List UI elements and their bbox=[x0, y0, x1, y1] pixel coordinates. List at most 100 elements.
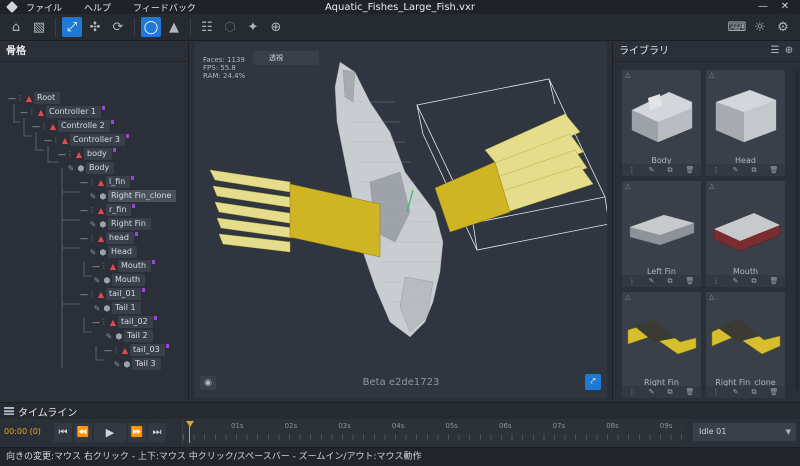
delete-icon[interactable]: 🗑 bbox=[770, 386, 779, 398]
drag-handle-icon[interactable]: ⋮ bbox=[16, 94, 24, 102]
light-icon[interactable]: ☼ bbox=[750, 17, 770, 37]
duplicate-icon[interactable]: ⧉ bbox=[751, 164, 756, 176]
list-view-icon[interactable]: ☰ bbox=[768, 45, 782, 56]
viewport-3d[interactable]: Faces: 1139 FPS: 55.8 RAM: 24.4% 透視 ◉ Be… bbox=[195, 42, 607, 398]
edit-icon[interactable]: ✎ bbox=[66, 164, 76, 173]
duplicate-icon[interactable]: ⧉ bbox=[667, 275, 672, 287]
menu-feedback[interactable]: フィードバック bbox=[133, 1, 196, 14]
delete-icon[interactable]: 🗑 bbox=[686, 275, 695, 287]
collapse-icon[interactable]: — bbox=[80, 290, 88, 299]
collapse-icon[interactable]: — bbox=[58, 150, 66, 159]
home-icon[interactable]: ⌂ bbox=[6, 17, 26, 37]
collapse-icon[interactable]: — bbox=[80, 206, 88, 215]
tree-bone-item[interactable]: — ⋮ ▲ Root bbox=[8, 92, 61, 104]
playhead-icon[interactable] bbox=[186, 421, 194, 427]
more-icon[interactable]: ⋮ bbox=[629, 164, 636, 176]
tree-bone-item[interactable]: — ⋮ ▲ tail_01 bbox=[80, 288, 145, 300]
rotate-icon[interactable]: ⟳ bbox=[108, 17, 128, 37]
settings-icon[interactable]: ⚙ bbox=[773, 17, 793, 37]
tree-bone-item[interactable]: — ⋮ ▲ tail_03 bbox=[104, 344, 169, 356]
library-item[interactable]: △ Right Fin ⋮ ✎ ⧉ 🗑 bbox=[622, 292, 701, 398]
tree-bone-item[interactable]: — ⋮ ▲ Controller 1 bbox=[20, 106, 105, 118]
library-item[interactable]: △ Body ⋮ ✎ ⧉ 🗑 bbox=[622, 70, 701, 176]
delete-icon[interactable]: 🗑 bbox=[686, 164, 695, 176]
edit-icon[interactable]: ✎ bbox=[88, 248, 98, 257]
view-mode-select[interactable]: 透視 bbox=[253, 51, 319, 65]
skip-end-icon[interactable]: ⏭ bbox=[148, 423, 166, 442]
move-icon[interactable]: ✣ bbox=[85, 17, 105, 37]
tree-mesh-item[interactable]: ✎ ⬢ Right Fin bbox=[88, 218, 151, 230]
tree-mesh-item[interactable]: ✎ ⬢ Body bbox=[66, 162, 115, 174]
skip-start-icon[interactable]: ⏮ bbox=[54, 423, 72, 442]
library-scrollbar[interactable] bbox=[795, 70, 799, 390]
edit-icon[interactable]: ✎ bbox=[733, 386, 739, 398]
target-icon[interactable]: ⊕ bbox=[266, 17, 286, 37]
tree-mesh-item[interactable]: ✎ ⬢ Tail 2 bbox=[104, 330, 153, 342]
next-frame-icon[interactable]: ⏩ bbox=[128, 423, 146, 442]
library-item[interactable]: △ Right Fin_clone ⋮ ✎ ⧉ 🗑 bbox=[706, 292, 785, 398]
pivot-icon[interactable]: ✦ bbox=[243, 17, 263, 37]
duplicate-icon[interactable]: ⧉ bbox=[667, 386, 672, 398]
tree-mesh-item[interactable]: ✎ ⬢ Head bbox=[88, 246, 137, 258]
tree-bone-item[interactable]: — ⋮ ▲ Mouth bbox=[92, 260, 156, 272]
edit-icon[interactable]: ✎ bbox=[92, 276, 102, 285]
tree-bone-item[interactable]: — ⋮ ▲ head bbox=[80, 232, 138, 244]
collapse-icon[interactable]: — bbox=[32, 122, 40, 131]
duplicate-icon[interactable]: ⧉ bbox=[751, 386, 756, 398]
edit-icon[interactable]: ✎ bbox=[733, 164, 739, 176]
prev-frame-icon[interactable]: ⏪ bbox=[74, 423, 92, 442]
minimize-icon[interactable]: — bbox=[752, 0, 774, 14]
tree-mesh-item[interactable]: ✎ ⬢ Right Fin_clone bbox=[88, 190, 177, 202]
library-thumbnail[interactable] bbox=[708, 302, 783, 372]
drag-handle-icon[interactable]: ⋮ bbox=[52, 136, 60, 144]
drag-handle-icon[interactable]: ⋮ bbox=[88, 206, 96, 214]
library-thumbnail[interactable] bbox=[624, 80, 699, 150]
delete-icon[interactable]: 🗑 bbox=[770, 275, 779, 287]
tree-mesh-item[interactable]: ✎ ⬢ Mouth bbox=[92, 274, 146, 286]
tree-mesh-item[interactable]: ✎ ⬢ Tail 3 bbox=[112, 358, 161, 370]
play-icon[interactable]: ▶ bbox=[94, 423, 126, 442]
drag-handle-icon[interactable]: ⋮ bbox=[112, 346, 120, 354]
delete-icon[interactable]: 🗑 bbox=[686, 386, 695, 398]
animation-select[interactable]: Idle 01 ▼ bbox=[693, 423, 796, 441]
close-icon[interactable]: ✕ bbox=[774, 0, 796, 14]
library-item[interactable]: △ Mouth ⋮ ✎ ⧉ 🗑 bbox=[706, 181, 785, 287]
cube-icon[interactable]: ⬡ bbox=[220, 17, 240, 37]
delete-icon[interactable]: 🗑 bbox=[770, 164, 779, 176]
more-icon[interactable]: ⋮ bbox=[629, 386, 636, 398]
menu-file[interactable]: ファイル bbox=[26, 1, 62, 14]
tree-bone-item[interactable]: — ⋮ ▲ Controller 3 bbox=[44, 134, 129, 146]
library-item[interactable]: △ Left Fin ⋮ ✎ ⧉ 🗑 bbox=[622, 181, 701, 287]
duplicate-icon[interactable]: ⧉ bbox=[667, 164, 672, 176]
timeline-ruler[interactable]: 01s 02s 03s 04s 05s 06s 07s 08s 09s bbox=[182, 419, 686, 446]
hierarchy-icon[interactable]: ☷ bbox=[197, 17, 217, 37]
add-icon[interactable]: ⊕ bbox=[782, 45, 796, 56]
edit-icon[interactable]: ✎ bbox=[92, 304, 102, 313]
drag-handle-icon[interactable]: ⋮ bbox=[88, 178, 96, 186]
collapse-icon[interactable]: — bbox=[92, 262, 100, 271]
library-thumbnail[interactable] bbox=[624, 191, 699, 261]
library-thumbnail[interactable] bbox=[624, 302, 699, 372]
drag-handle-icon[interactable]: ⋮ bbox=[28, 108, 36, 116]
drag-handle-icon[interactable]: ⋮ bbox=[100, 262, 108, 270]
save-icon[interactable]: ▧ bbox=[29, 17, 49, 37]
tree-bone-item[interactable]: — ⋮ ▲ l_fin bbox=[80, 176, 135, 188]
duplicate-icon[interactable]: ⧉ bbox=[751, 275, 756, 287]
edit-icon[interactable]: ✎ bbox=[88, 192, 98, 201]
library-thumbnail[interactable] bbox=[708, 80, 783, 150]
tree-bone-item[interactable]: — ⋮ ▲ Controlle 2 bbox=[32, 120, 114, 132]
scale-icon[interactable]: ⤢ bbox=[62, 17, 82, 37]
more-icon[interactable]: ⋮ bbox=[713, 386, 720, 398]
mesh-view-icon[interactable]: ▲ bbox=[164, 17, 184, 37]
tree-mesh-item[interactable]: ✎ ⬢ Tail 1 bbox=[92, 302, 141, 314]
collapse-icon[interactable]: — bbox=[20, 108, 28, 117]
drag-handle-icon[interactable]: ⋮ bbox=[66, 150, 74, 158]
drag-handle-icon[interactable]: ⋮ bbox=[88, 290, 96, 298]
more-icon[interactable]: ⋮ bbox=[629, 275, 636, 287]
more-icon[interactable]: ⋮ bbox=[713, 164, 720, 176]
collapse-icon[interactable]: — bbox=[80, 234, 88, 243]
edit-icon[interactable]: ✎ bbox=[649, 164, 655, 176]
library-thumbnail[interactable] bbox=[708, 191, 783, 261]
tree-bone-item[interactable]: — ⋮ ▲ body bbox=[58, 148, 116, 160]
drag-handle-icon[interactable]: ⋮ bbox=[88, 234, 96, 242]
